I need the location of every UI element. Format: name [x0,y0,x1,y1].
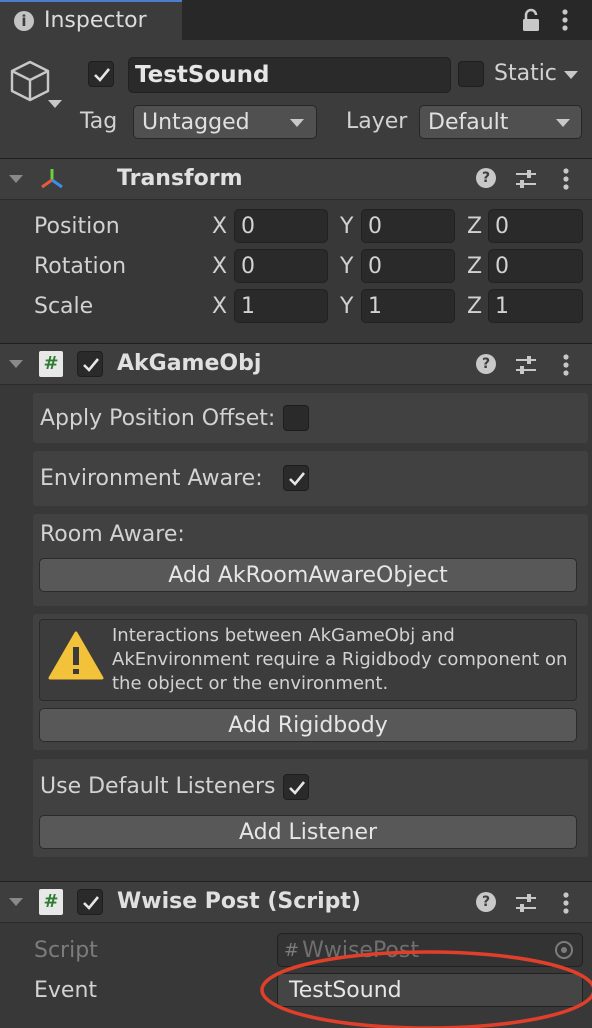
chevron-down-icon [556,119,570,127]
object-name-text: TestSound [135,62,270,88]
static-checkbox[interactable] [458,61,484,87]
script-hash-icon: # [39,889,63,915]
script-label: Script [34,938,98,963]
tab-title: Inspector [44,8,147,33]
room-aware-label: Room Aware: [40,522,185,547]
scale-z-field[interactable]: 1 [488,289,583,323]
transform-header[interactable] [0,158,592,200]
static-label[interactable]: Static [494,61,557,86]
axis-z-label[interactable]: Z [467,254,482,279]
transform-title: Transform [117,166,243,191]
component-menu-icon[interactable] [561,891,571,915]
position-z-field[interactable]: 0 [488,209,583,243]
scale-label: Scale [34,294,94,319]
scale-x-field[interactable]: 1 [234,289,328,323]
axis-x-label[interactable]: X [212,294,227,319]
info-icon: i [14,11,34,31]
axis-y-label[interactable]: Y [340,214,353,239]
chevron-down-icon [290,119,304,127]
default-listeners-checkbox[interactable] [283,774,309,800]
akgameobj-enabled-checkbox[interactable] [77,351,103,377]
akgameobj-title: AkGameObj [117,351,262,376]
foldout-arrow-icon[interactable] [9,175,23,183]
help-icon[interactable]: ? [476,354,496,374]
wwisepost-title: Wwise Post (Script) [117,889,361,914]
rotation-label: Rotation [34,254,127,279]
axis-z-label[interactable]: Z [467,294,482,319]
scale-z-value: 1 [495,293,509,319]
axis-x-label[interactable]: X [212,254,227,279]
axis-x-label[interactable]: X [212,214,227,239]
presets-sliders-icon[interactable] [514,168,538,190]
object-active-checkbox[interactable] [88,61,114,87]
tag-value: Untagged [142,109,250,135]
tag-label: Tag [80,109,118,134]
environment-aware-label: Environment Aware: [40,466,263,491]
rotation-y-field[interactable]: 0 [361,249,455,283]
tag-dropdown[interactable]: Untagged [133,105,317,139]
axis-y-label[interactable]: Y [340,254,353,279]
warning-text: Interactions between AkGameObj and AkEnv… [112,625,568,694]
transform-icon [38,166,66,192]
annotation-ellipse [260,950,592,1028]
position-x-value: 0 [241,213,255,239]
object-name-input[interactable]: TestSound [128,57,451,93]
add-room-aware-button[interactable]: Add AkRoomAwareObject [39,558,577,592]
foldout-arrow-icon[interactable] [9,898,23,906]
environment-aware-checkbox[interactable] [283,465,309,491]
position-z-value: 0 [495,213,509,239]
rotation-x-value: 0 [241,253,255,279]
static-dropdown-arrow-icon[interactable] [564,71,578,79]
scale-y-field[interactable]: 1 [361,289,455,323]
gameobject-cube-icon[interactable] [8,58,64,114]
position-y-field[interactable]: 0 [361,209,455,243]
component-menu-icon[interactable] [561,167,571,191]
script-hash-icon: # [39,351,63,377]
layer-label: Layer [346,109,408,134]
rotation-z-value: 0 [495,253,509,279]
apply-offset-label: Apply Position Offset: [40,406,276,431]
layer-dropdown[interactable]: Default [419,105,582,139]
foldout-arrow-icon[interactable] [9,360,23,368]
wwisepost-enabled-checkbox[interactable] [77,889,103,915]
presets-sliders-icon[interactable] [514,892,538,914]
component-menu-icon[interactable] [561,353,571,377]
position-y-value: 0 [368,213,382,239]
add-rigidbody-button[interactable]: Add Rigidbody [39,708,577,742]
more-menu-icon[interactable] [560,8,570,32]
tab-inspector[interactable]: i Inspector [0,0,182,40]
position-label: Position [34,214,120,239]
rotation-x-field[interactable]: 0 [234,249,328,283]
scale-x-value: 1 [241,293,255,319]
default-listeners-label: Use Default Listeners [40,774,276,799]
layer-value: Default [428,109,509,135]
axis-y-label[interactable]: Y [340,294,353,319]
event-label: Event [34,978,98,1003]
apply-offset-checkbox[interactable] [283,405,309,431]
rotation-z-field[interactable]: 0 [488,249,583,283]
presets-sliders-icon[interactable] [514,354,538,376]
position-x-field[interactable]: 0 [234,209,328,243]
help-icon[interactable]: ? [476,892,496,912]
help-icon[interactable]: ? [476,168,496,188]
lock-icon[interactable] [520,7,542,33]
warning-icon [48,630,104,682]
rotation-y-value: 0 [368,253,382,279]
add-listener-button[interactable]: Add Listener [39,815,577,849]
axis-z-label[interactable]: Z [467,214,482,239]
scale-y-value: 1 [368,293,382,319]
